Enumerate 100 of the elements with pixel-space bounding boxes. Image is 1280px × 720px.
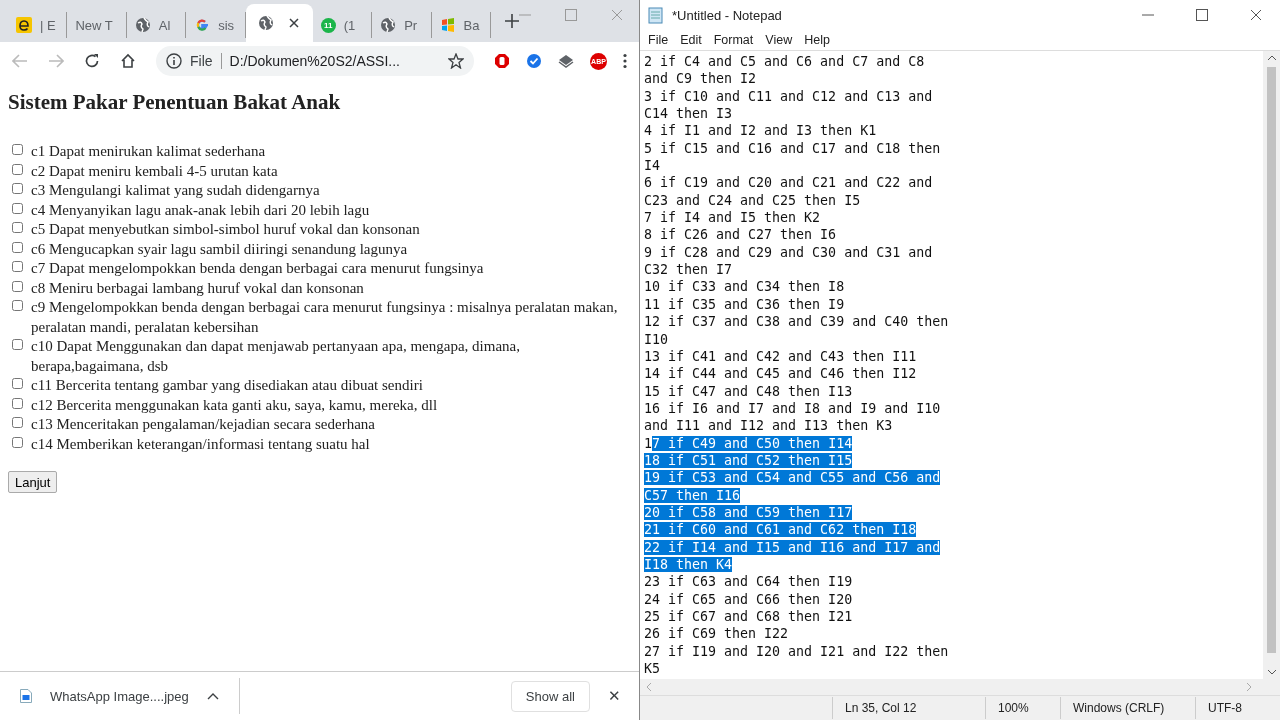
file-name: WhatsApp Image....jpeg: [50, 688, 189, 704]
g-logo-icon: [194, 17, 211, 33]
window-title: *Untitled - Notepad: [672, 7, 782, 23]
checkbox[interactable]: [12, 144, 23, 155]
checkbox[interactable]: [12, 202, 23, 214]
close-icon[interactable]: [1250, 9, 1262, 21]
tab-title: sis: [218, 17, 235, 33]
text-line: 23 if C63 and C64 then I19: [644, 574, 853, 590]
checkbox[interactable]: [12, 183, 23, 194]
text-line: 15 if C47 and C48 then I13: [644, 383, 853, 399]
text-line: 7 if I4 and I5 then K2: [644, 210, 821, 226]
layers-icon[interactable]: [558, 53, 574, 69]
text-line: 1: [644, 435, 652, 451]
windows-logo-icon: [439, 17, 456, 33]
browser-tab[interactable]: [245, 4, 313, 42]
checkbox-label: c11 Bercerita tentang gambar yang disediakan atau dibuat sendiri: [31, 376, 424, 395]
text-line: C14 then I3: [644, 106, 733, 122]
text-line: I4: [644, 158, 660, 174]
text-line: 6 if C19 and C20 and C21 and C22 and: [644, 175, 933, 191]
text-line: and C9 then I2: [644, 71, 757, 87]
scheme-label: File: [190, 53, 222, 69]
menu-dots-icon[interactable]: [623, 53, 627, 69]
checkbox[interactable]: [12, 280, 23, 292]
menu-item[interactable]: Help: [804, 33, 830, 47]
browser-tab[interactable]: 11 (1: [312, 12, 373, 38]
text-line: 27 if I19 and I20 and I21 and I22 then: [644, 643, 949, 659]
browser-tab[interactable]: Al: [126, 12, 187, 38]
vertical-scrollbar[interactable]: [1263, 51, 1280, 679]
menu-item[interactable]: View: [765, 33, 793, 47]
menu-item[interactable]: Format: [713, 33, 754, 47]
checkbox[interactable]: [12, 300, 23, 311]
text-line: 10 if C33 and C34 then I8: [644, 279, 845, 295]
checkbox[interactable]: [12, 261, 23, 272]
checkbox-label: c4 Menyanyikan lagu anak-anak lebih dari 20 lebih lagu: [31, 200, 371, 220]
checkbox-label: c12 Bercerita menggunakan kata ganti aku, saya, kamu, mereka, dll: [31, 395, 439, 415]
tab-title: Pr: [404, 17, 418, 33]
maximize-icon[interactable]: [1196, 9, 1208, 21]
text-line: and I11 and I12 and I13 then K3: [644, 418, 893, 434]
text-line: 26 if C69 then I22: [644, 626, 789, 642]
text-line: C32 then I7: [644, 262, 733, 278]
text-line: 5 if C15 and C16 and C17 and C18 then: [644, 140, 941, 156]
checkbox[interactable]: [12, 163, 23, 175]
checkbox[interactable]: [12, 241, 23, 253]
checkbox[interactable]: [12, 397, 23, 409]
checkbox-label: c13 Menceritakan pengalaman/kejadian secara sederhana: [31, 415, 376, 434]
tab-title: Al: [158, 17, 171, 33]
checkbox-label: c2 Dapat meniru kembali 4-5 urutan kata: [31, 161, 279, 181]
home-icon[interactable]: [120, 53, 136, 69]
text-line: K5: [644, 661, 660, 677]
text-line: 25 if C67 and C68 then I21: [644, 609, 853, 624]
checkbox[interactable]: [12, 339, 23, 350]
text-line: 12 if C37 and C38 and C39 and C40 then: [644, 314, 949, 330]
checkbox-label: c1 Dapat menirukan kalimat sederhana: [31, 142, 267, 161]
checkbox[interactable]: [12, 378, 23, 389]
checkbox[interactable]: [12, 417, 23, 428]
checkbox-label: c5 Dapat menyebutkan simbol-simbol huruf vokal dan konsonan: [31, 220, 421, 239]
reload-icon[interactable]: [84, 53, 100, 69]
caret-icon[interactable]: [206, 692, 219, 700]
star-icon[interactable]: [448, 53, 464, 69]
menu-item[interactable]: File: [648, 33, 669, 47]
globe-icon: [257, 15, 274, 31]
download-item[interactable]: WhatsApp Image....jpeg: [20, 678, 240, 714]
tab-title: (1: [343, 17, 356, 33]
page-heading: Sistem Pakar Penentuan Bakat Anak: [8, 90, 342, 115]
tab-title: Ba: [463, 17, 480, 33]
close-button[interactable]: ✕: [602, 687, 627, 705]
text-line: 2 if C4 and C5 and C6 and C7 and C8: [644, 54, 925, 69]
url-text: D:/Dokumen%20S2/ASSI...: [229, 53, 401, 69]
checkbox[interactable]: [12, 222, 23, 233]
text-line: 11 if C35 and C36 then I9: [644, 296, 845, 312]
menu-item[interactable]: Edit: [680, 33, 702, 47]
status-text: Ln 35, Col 12: [832, 697, 985, 719]
e-logo-icon: [16, 17, 32, 33]
checkbox-label: c6 Mengucapkan syair lagu sambil diiringi senandung lagunya: [31, 239, 409, 259]
globe-icon: [380, 17, 397, 33]
checkbox-label: c3 Mengulangi kalimat yang sudah didengarnya: [31, 181, 321, 200]
status-text: Windows (CRLF): [1060, 697, 1195, 719]
chat-badge-icon: 11: [320, 17, 336, 33]
new-tab-plus-icon[interactable]: [504, 14, 519, 28]
text-line: 24 if C65 and C66 then I20: [644, 591, 853, 607]
stop-hand-icon[interactable]: [494, 53, 510, 69]
text-line: 14 if C44 and C45 and C46 then I12: [644, 366, 917, 382]
browser-tab[interactable]: New T: [67, 12, 127, 38]
text-line: 4 if I1 and I2 and I3 then K1: [644, 123, 877, 139]
browser-tab[interactable]: Ba: [431, 12, 491, 38]
scroll-thumb[interactable]: [1267, 67, 1276, 653]
browser-tab[interactable]: Pr: [372, 12, 432, 38]
close-icon[interactable]: [287, 17, 300, 29]
checkmark-icon[interactable]: [526, 53, 542, 69]
checkbox[interactable]: [12, 436, 23, 448]
browser-tab[interactable]: sis: [186, 12, 246, 38]
address-bar[interactable]: File D:/Dokumen%20S2/ASSI...: [156, 46, 474, 76]
image-file-icon: [20, 689, 32, 703]
checkbox-label: c7 Dapat mengelompokkan benda dengan berbagai cara menurut fungsinya: [31, 259, 485, 278]
show-all-button[interactable]: Show all: [510, 680, 590, 712]
notepad-icon: [648, 6, 664, 24]
text-line: 8 if C26 and C27 then I6: [644, 227, 837, 243]
text-line: C23 and C24 and C25 then I5: [644, 192, 861, 208]
browser-tab[interactable]: | E: [8, 12, 68, 38]
next-button[interactable]: Lanjut: [8, 471, 58, 493]
